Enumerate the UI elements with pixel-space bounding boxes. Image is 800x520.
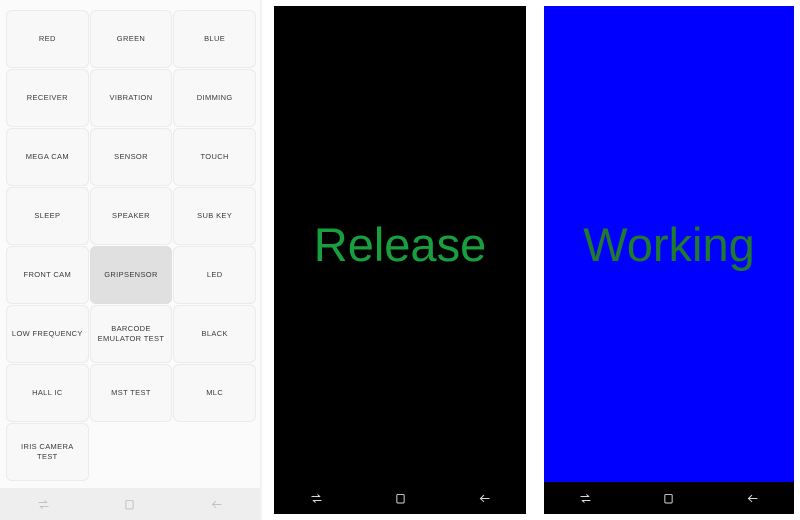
home-square-icon xyxy=(125,499,135,509)
test-button-label: FRONT CAM xyxy=(23,269,72,279)
recents-icon xyxy=(580,493,591,503)
back-arrow-icon xyxy=(211,500,222,508)
home-square-icon xyxy=(395,493,405,503)
recents-button[interactable] xyxy=(566,485,606,511)
test-button-label: RED xyxy=(38,33,56,43)
recents-icon xyxy=(38,499,49,509)
back-button[interactable] xyxy=(197,491,237,517)
test-button-label: DIMMING xyxy=(196,92,233,102)
test-button-label: GRIPSENSOR xyxy=(104,269,158,279)
test-button-label: BARCODE EMULATOR TEST xyxy=(97,323,165,343)
release-screen-area[interactable]: Release xyxy=(274,6,526,482)
test-button-speaker[interactable]: SPEAKER xyxy=(89,187,173,245)
test-button-label: RECEIVER xyxy=(26,92,68,102)
test-button-blue[interactable]: BLUE xyxy=(173,10,256,68)
test-menu-scroll-area[interactable]: RED GREEN BLUE RECEIVER VIBRATION DIMMING MEGA… xyxy=(6,10,256,482)
test-button-sub-key[interactable]: SUB KEY xyxy=(173,187,256,245)
recents-button[interactable] xyxy=(296,485,336,511)
recents-icon xyxy=(311,493,321,503)
test-button-sensor[interactable]: SENSOR xyxy=(89,128,173,186)
screenshot-root: RED GREEN BLUE RECEIVER VIBRATION DIMMING MEGA… xyxy=(0,0,800,520)
test-button-barcode-emulator-test[interactable]: BARCODE EMULATOR TEST xyxy=(89,305,173,363)
test-button-front-cam[interactable]: FRONT CAM xyxy=(6,246,89,304)
test-button-label: SENSOR xyxy=(114,151,148,161)
test-button-label: MLC xyxy=(206,387,224,397)
test-button-gripsensor[interactable]: GRIPSENSOR xyxy=(89,246,173,304)
test-button-label: MEGA CAM xyxy=(25,151,69,161)
test-button-mega-cam[interactable]: MEGA CAM xyxy=(6,128,89,186)
home-button[interactable] xyxy=(649,485,689,511)
panel-working-state: Working xyxy=(544,6,794,514)
test-button-label: SPEAKER xyxy=(112,210,150,220)
test-button-label: BLUE xyxy=(204,33,226,43)
grid-empty-slot xyxy=(173,423,256,481)
release-status-text: Release xyxy=(313,217,487,271)
test-button-led[interactable]: LED xyxy=(173,246,256,304)
back-arrow-icon xyxy=(747,494,758,502)
test-button-receiver[interactable]: RECEIVER xyxy=(6,69,89,127)
navigation-bar-release xyxy=(274,482,526,514)
back-button[interactable] xyxy=(732,485,772,511)
test-button-label: IRIS CAMERA TEST xyxy=(21,441,74,461)
working-screen-area[interactable]: Working xyxy=(544,6,794,482)
working-status-text: Working xyxy=(583,217,755,271)
test-button-red[interactable]: RED xyxy=(6,10,89,68)
test-button-mlc[interactable]: MLC xyxy=(173,364,256,422)
test-button-label: BLACK xyxy=(201,328,228,338)
panel-gutter-left xyxy=(262,0,274,520)
test-button-label: TOUCH xyxy=(200,151,229,161)
test-button-grid: RED GREEN BLUE RECEIVER VIBRATION DIMMING MEGA… xyxy=(6,10,256,481)
home-button[interactable] xyxy=(110,491,150,517)
panel-release-state: Release xyxy=(274,6,526,514)
test-button-touch[interactable]: TOUCH xyxy=(173,128,256,186)
test-button-label: LOW FREQUENCY xyxy=(11,328,83,338)
panel-gutter-right xyxy=(526,0,544,520)
navigation-bar-working xyxy=(544,482,794,514)
test-button-hall-ic[interactable]: HALL IC xyxy=(6,364,89,422)
test-button-label: HALL IC xyxy=(32,387,63,397)
test-button-label: MST TEST xyxy=(111,387,151,397)
panel-factory-test-menu: RED GREEN BLUE RECEIVER VIBRATION DIMMING MEGA… xyxy=(0,0,262,520)
test-button-dimming[interactable]: DIMMING xyxy=(173,69,256,127)
test-button-mst-test[interactable]: MST TEST xyxy=(89,364,173,422)
test-button-iris-camera-test[interactable]: IRIS CAMERA TEST xyxy=(6,423,89,481)
test-button-label: LED xyxy=(206,269,223,279)
back-button[interactable] xyxy=(464,485,504,511)
test-button-black[interactable]: BLACK xyxy=(173,305,256,363)
recents-button[interactable] xyxy=(23,491,63,517)
test-button-label: SLEEP xyxy=(34,210,61,220)
test-button-green[interactable]: GREEN xyxy=(89,10,173,68)
test-button-label: GREEN xyxy=(116,33,146,43)
home-square-icon xyxy=(664,493,674,503)
back-arrow-icon xyxy=(479,494,489,502)
grid-empty-slot xyxy=(90,423,173,481)
home-button[interactable] xyxy=(380,485,420,511)
navigation-bar-menu xyxy=(0,488,260,520)
test-button-sleep[interactable]: SLEEP xyxy=(6,187,89,245)
test-button-label: VIBRATION xyxy=(109,92,153,102)
test-button-label: SUB KEY xyxy=(197,210,233,220)
test-button-low-frequency[interactable]: LOW FREQUENCY xyxy=(6,305,89,363)
test-button-vibration[interactable]: VIBRATION xyxy=(89,69,173,127)
